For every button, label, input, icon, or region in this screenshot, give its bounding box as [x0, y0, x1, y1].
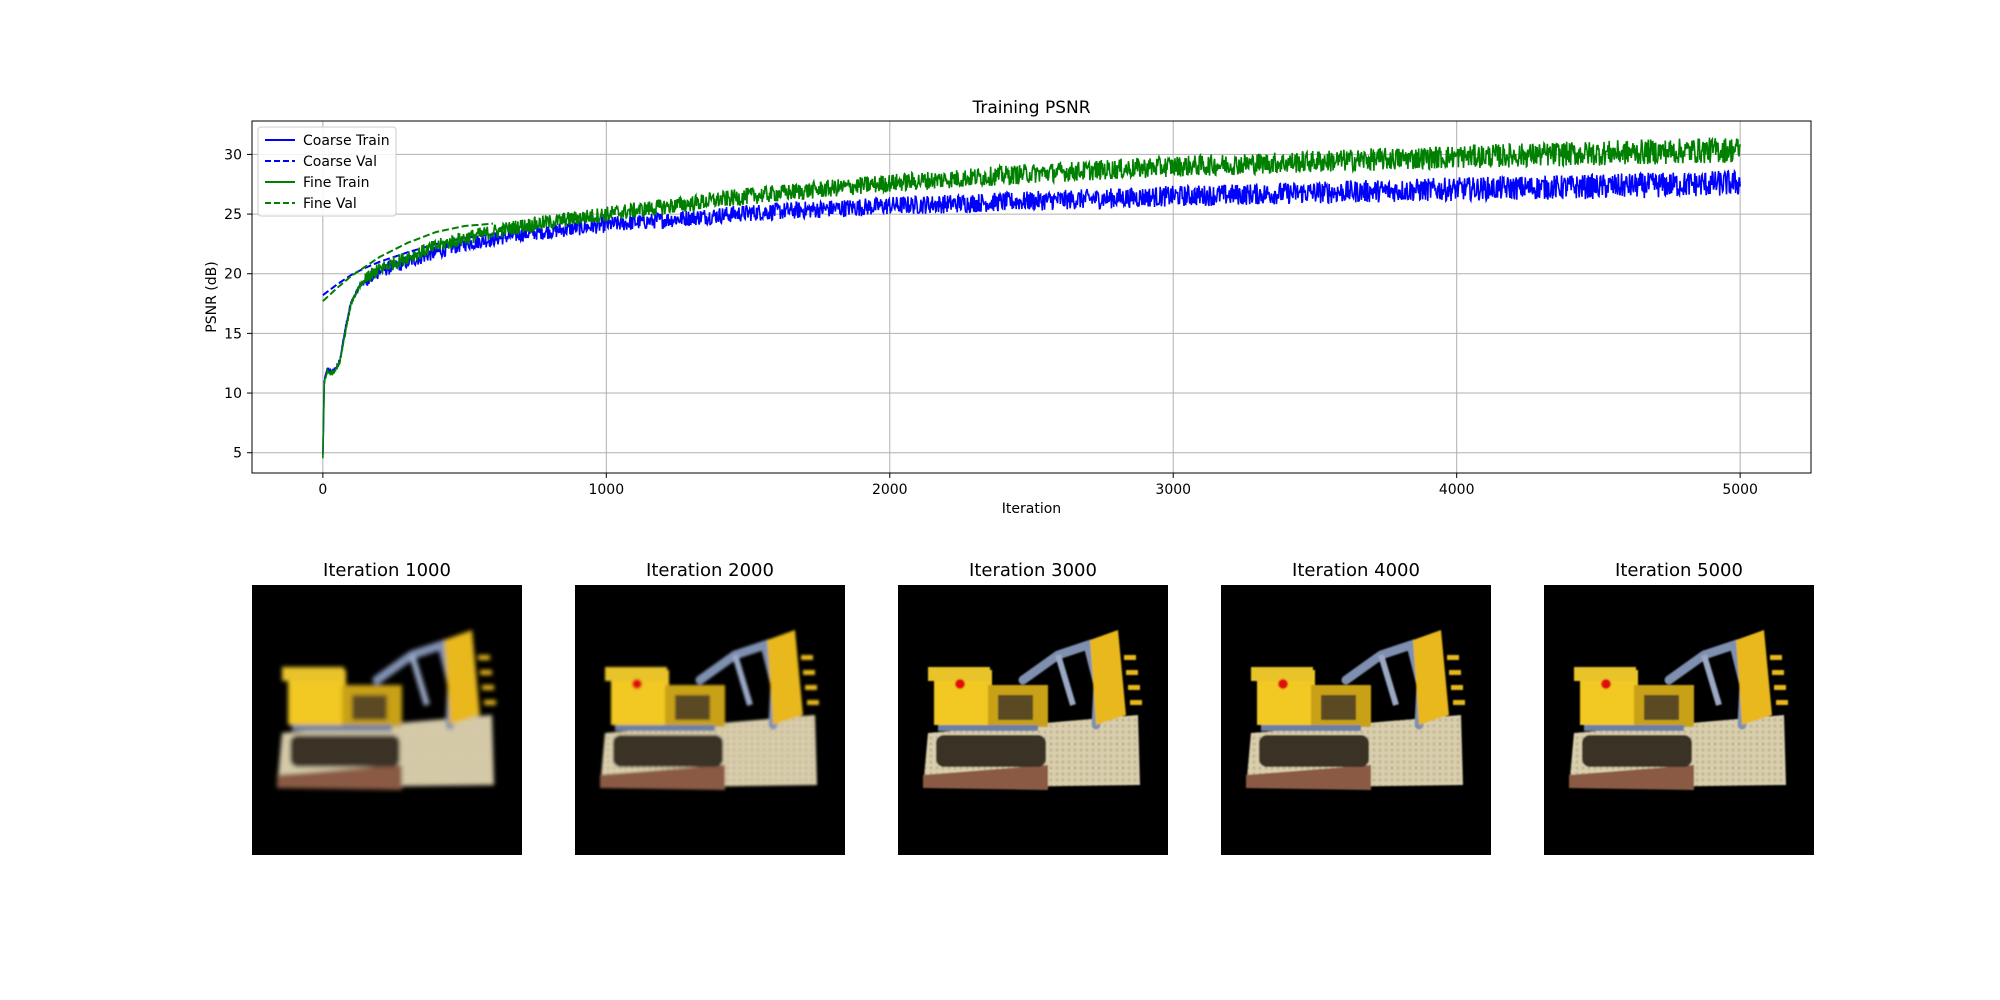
y-axis-label: PSNR (dB): [204, 261, 220, 332]
render-title: Iteration 2000: [646, 560, 774, 581]
render-image: [575, 585, 845, 855]
y-tick-label: 25: [224, 207, 242, 223]
psnr-chart: 0 1000 2000 3000 4000 5000 5 10 15 20 25 30 Training…: [204, 98, 1812, 517]
legend-label: Fine Train: [303, 175, 369, 191]
legend-label: Coarse Train: [303, 133, 390, 149]
x-tick-label: 3000: [1155, 482, 1191, 498]
plot-area: [322, 136, 1741, 459]
y-tick-label: 30: [224, 147, 242, 163]
legend: Coarse Train Coarse Val Fine Train Fine Val: [257, 126, 397, 217]
x-tick-label: 1000: [588, 482, 624, 498]
y-tick-label: 15: [224, 326, 242, 342]
render-title: Iteration 1000: [323, 560, 451, 581]
render-image: [1544, 585, 1814, 855]
y-tick-label: 5: [233, 446, 242, 462]
x-tick-label: 5000: [1722, 482, 1758, 498]
render-title: Iteration 5000: [1615, 560, 1743, 581]
x-tick-label: 4000: [1439, 482, 1475, 498]
render-title: Iteration 4000: [1292, 560, 1420, 581]
y-tick-label: 20: [224, 267, 242, 283]
render-image: [1221, 585, 1491, 855]
x-tick-label: 2000: [872, 482, 908, 498]
x-axis-label: Iteration: [1002, 501, 1061, 517]
legend-label: Fine Val: [303, 196, 357, 212]
y-tick-label: 10: [224, 386, 242, 402]
x-tick-label: 0: [318, 482, 327, 498]
render-title: Iteration 3000: [969, 560, 1097, 581]
render-image: [898, 585, 1168, 855]
legend-label: Coarse Val: [303, 154, 377, 170]
render-image: [252, 585, 522, 855]
chart-title: Training PSNR: [971, 98, 1090, 118]
